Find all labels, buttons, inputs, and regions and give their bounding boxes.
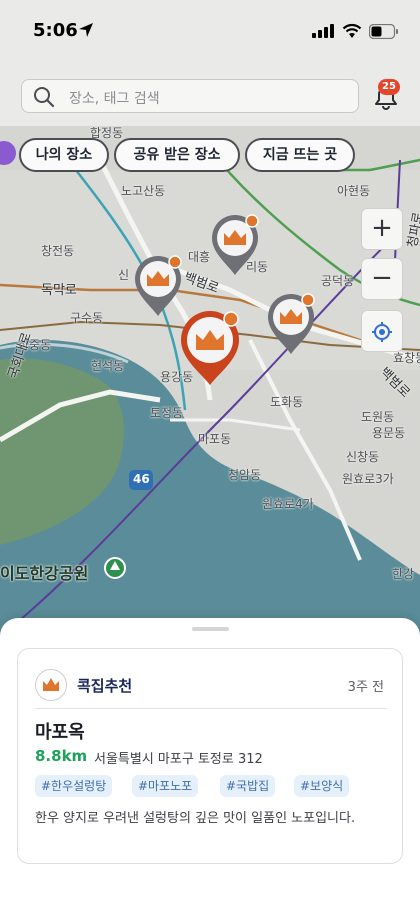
crown-pin-icon bbox=[181, 311, 239, 385]
map-label: 대흥 bbox=[188, 250, 211, 264]
map-label: 토정동 bbox=[150, 406, 184, 420]
place-pin[interactable] bbox=[133, 254, 183, 322]
bottom-sheet[interactable]: 콕집추천 3주 전 마포옥 8.8km 서울특별시 마포구 토정로 312 #한… bbox=[0, 618, 420, 909]
map-label: 청암동 bbox=[228, 468, 262, 482]
map-label: 용문동 bbox=[372, 426, 406, 440]
location-arrow-icon bbox=[79, 23, 93, 37]
tag-chip[interactable]: #국밥집 bbox=[220, 775, 276, 797]
map-label: 노고산동 bbox=[121, 184, 166, 198]
my-location-button[interactable] bbox=[361, 310, 403, 352]
chip-shared-places[interactable]: 공유 받은 장소 bbox=[114, 138, 240, 172]
road-number: 46 bbox=[133, 472, 150, 486]
map-label: 창전동 bbox=[41, 244, 75, 258]
search-input[interactable]: 장소, 태그 검색 bbox=[21, 79, 359, 113]
tag-chip[interactable]: #한우설렁탕 bbox=[35, 775, 113, 797]
map-label: 아현동 bbox=[337, 184, 371, 198]
map-label-park: 이도한강공원 bbox=[0, 564, 89, 583]
brand-logo bbox=[35, 669, 67, 701]
place-card[interactable]: 콕집추천 3주 전 마포옥 8.8km 서울특별시 마포구 토정로 312 #한… bbox=[17, 648, 403, 864]
map-label: 현석동 bbox=[91, 359, 125, 373]
map-label: 도원동 bbox=[361, 410, 395, 424]
posted-time: 3주 전 bbox=[347, 680, 384, 695]
place-description: 한우 양지로 우려낸 설렁탕의 깊은 맛이 일품인 노포입니다. bbox=[35, 811, 356, 826]
map-label: 신창동 bbox=[346, 450, 380, 464]
zoom-in-button[interactable]: + bbox=[361, 208, 403, 250]
search-icon bbox=[34, 87, 55, 108]
crown-pin-icon bbox=[135, 255, 182, 316]
zoom-out-button[interactable]: − bbox=[361, 258, 403, 300]
chip-trending-places[interactable]: 지금 뜨는 곳 bbox=[245, 138, 355, 172]
map-label: 마포동 bbox=[198, 432, 232, 446]
status-bar: 5:06 bbox=[0, 0, 420, 66]
place-address: 서울특별시 마포구 토정로 312 bbox=[94, 752, 263, 767]
chip-my-places[interactable]: 나의 장소 bbox=[19, 138, 109, 172]
tag-chip[interactable]: #마포노포 bbox=[132, 775, 199, 797]
wifi-icon bbox=[342, 23, 362, 38]
place-pin[interactable] bbox=[210, 213, 260, 281]
place-name: 마포옥 bbox=[35, 722, 85, 743]
map-label: 구수동 bbox=[70, 311, 104, 325]
crown-pin-icon bbox=[212, 214, 259, 275]
crown-icon bbox=[43, 678, 59, 691]
map-label: 원효로3가 bbox=[342, 472, 394, 486]
minus-icon: − bbox=[371, 263, 393, 293]
selected-place-pin[interactable] bbox=[179, 309, 241, 391]
tag-chip[interactable]: #보양식 bbox=[294, 775, 350, 797]
map-label: 도화동 bbox=[270, 395, 304, 409]
crown-pin-icon bbox=[268, 293, 315, 354]
place-pin[interactable] bbox=[266, 292, 316, 360]
map-label: 공덕동 bbox=[321, 274, 355, 288]
cellular-signal-icon bbox=[312, 24, 334, 38]
locate-me-icon bbox=[372, 322, 392, 342]
search-placeholder: 장소, 태그 검색 bbox=[69, 91, 160, 107]
map-label: 신 bbox=[118, 268, 130, 282]
divider bbox=[35, 708, 387, 709]
map-label: 원효로4가 bbox=[262, 497, 314, 511]
place-distance: 8.8km bbox=[35, 747, 88, 765]
plus-icon: + bbox=[371, 213, 393, 243]
map-label: 독막로 bbox=[41, 283, 77, 298]
map-label: 한강 bbox=[392, 567, 415, 581]
status-time: 5:06 bbox=[33, 20, 78, 41]
battery-icon bbox=[369, 24, 398, 39]
sheet-grabber[interactable] bbox=[192, 627, 229, 631]
notification-badge: 25 bbox=[378, 79, 400, 95]
filter-chips: 나의 장소 공유 받은 장소 지금 뜨는 곳 bbox=[0, 138, 420, 174]
top-header: 장소, 태그 검색 25 bbox=[0, 66, 420, 126]
brand-name: 콕집추천 bbox=[77, 677, 133, 695]
